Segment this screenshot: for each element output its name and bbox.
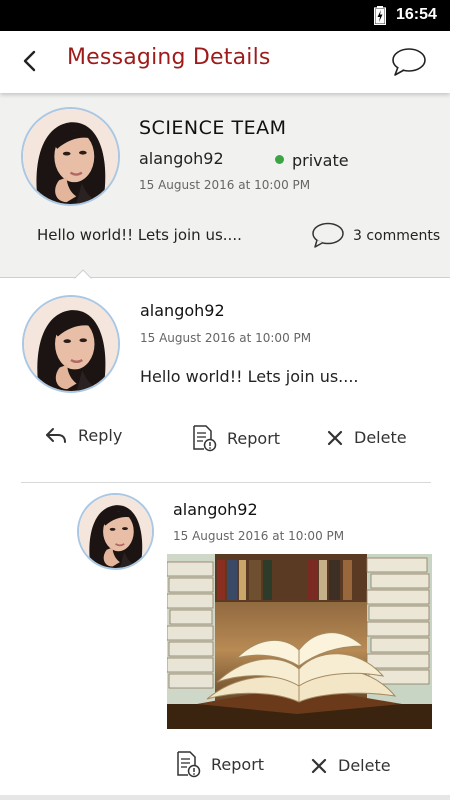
- post-username[interactable]: alangoh92: [139, 149, 224, 168]
- report-label: Report: [227, 428, 281, 448]
- comment-username[interactable]: alangoh92: [140, 301, 225, 320]
- group-name: SCIENCE TEAM: [139, 117, 287, 139]
- comment-bubble-icon[interactable]: [311, 221, 345, 249]
- avatar[interactable]: [22, 295, 120, 393]
- reply-label: Reply: [78, 425, 123, 445]
- avatar[interactable]: [21, 107, 120, 206]
- battery-charging-icon: [374, 6, 386, 25]
- delete-button[interactable]: Delete: [326, 428, 407, 447]
- app-bar: Messaging Details: [0, 31, 450, 93]
- comment-item: alangoh92 15 August 2016 at 10:00 PM Hel…: [0, 279, 450, 484]
- status-time: 16:54: [396, 6, 437, 23]
- privacy-label: private: [292, 151, 349, 170]
- status-dot-icon: [275, 155, 284, 164]
- close-icon: [327, 430, 343, 445]
- report-icon: [193, 425, 217, 452]
- reply-button[interactable]: Reply: [44, 425, 122, 445]
- reply-icon: [46, 428, 66, 443]
- page-title: Messaging Details: [67, 45, 271, 70]
- post-header: SCIENCE TEAM alangoh92 private 15 August…: [0, 93, 450, 278]
- pointer-caret: [74, 269, 92, 279]
- reply-item: alangoh92 15 August 2016 at 10:00 PM Rep…: [0, 484, 450, 800]
- open-books-photo[interactable]: [167, 554, 432, 729]
- privacy-status: private: [275, 151, 349, 170]
- comment-timestamp: 15 August 2016 at 10:00 PM: [140, 331, 312, 345]
- comments-count[interactable]: 3 comments: [353, 228, 440, 244]
- reply-username[interactable]: alangoh92: [173, 500, 258, 519]
- report-button[interactable]: Report: [175, 750, 264, 778]
- back-arrow-icon[interactable]: [16, 45, 44, 77]
- divider: [21, 482, 431, 483]
- delete-button[interactable]: Delete: [310, 756, 391, 775]
- avatar-image: [23, 109, 118, 204]
- report-icon: [177, 751, 201, 778]
- delete-label: Delete: [338, 756, 391, 775]
- reply-timestamp: 15 August 2016 at 10:00 PM: [173, 529, 345, 543]
- avatar-image: [24, 297, 118, 391]
- status-bar: 16:54: [0, 0, 450, 31]
- report-label: Report: [211, 754, 265, 774]
- chat-bubble-icon[interactable]: [389, 45, 429, 79]
- avatar[interactable]: [77, 493, 154, 570]
- close-icon: [311, 758, 327, 773]
- bottom-edge: [0, 795, 450, 800]
- report-button[interactable]: Report: [191, 424, 280, 452]
- delete-label: Delete: [354, 428, 407, 447]
- avatar-image: [79, 495, 152, 568]
- post-timestamp: 15 August 2016 at 10:00 PM: [139, 178, 311, 192]
- comment-message: Hello world!! Lets join us....: [140, 367, 359, 386]
- post-message: Hello world!! Lets join us....: [37, 226, 242, 244]
